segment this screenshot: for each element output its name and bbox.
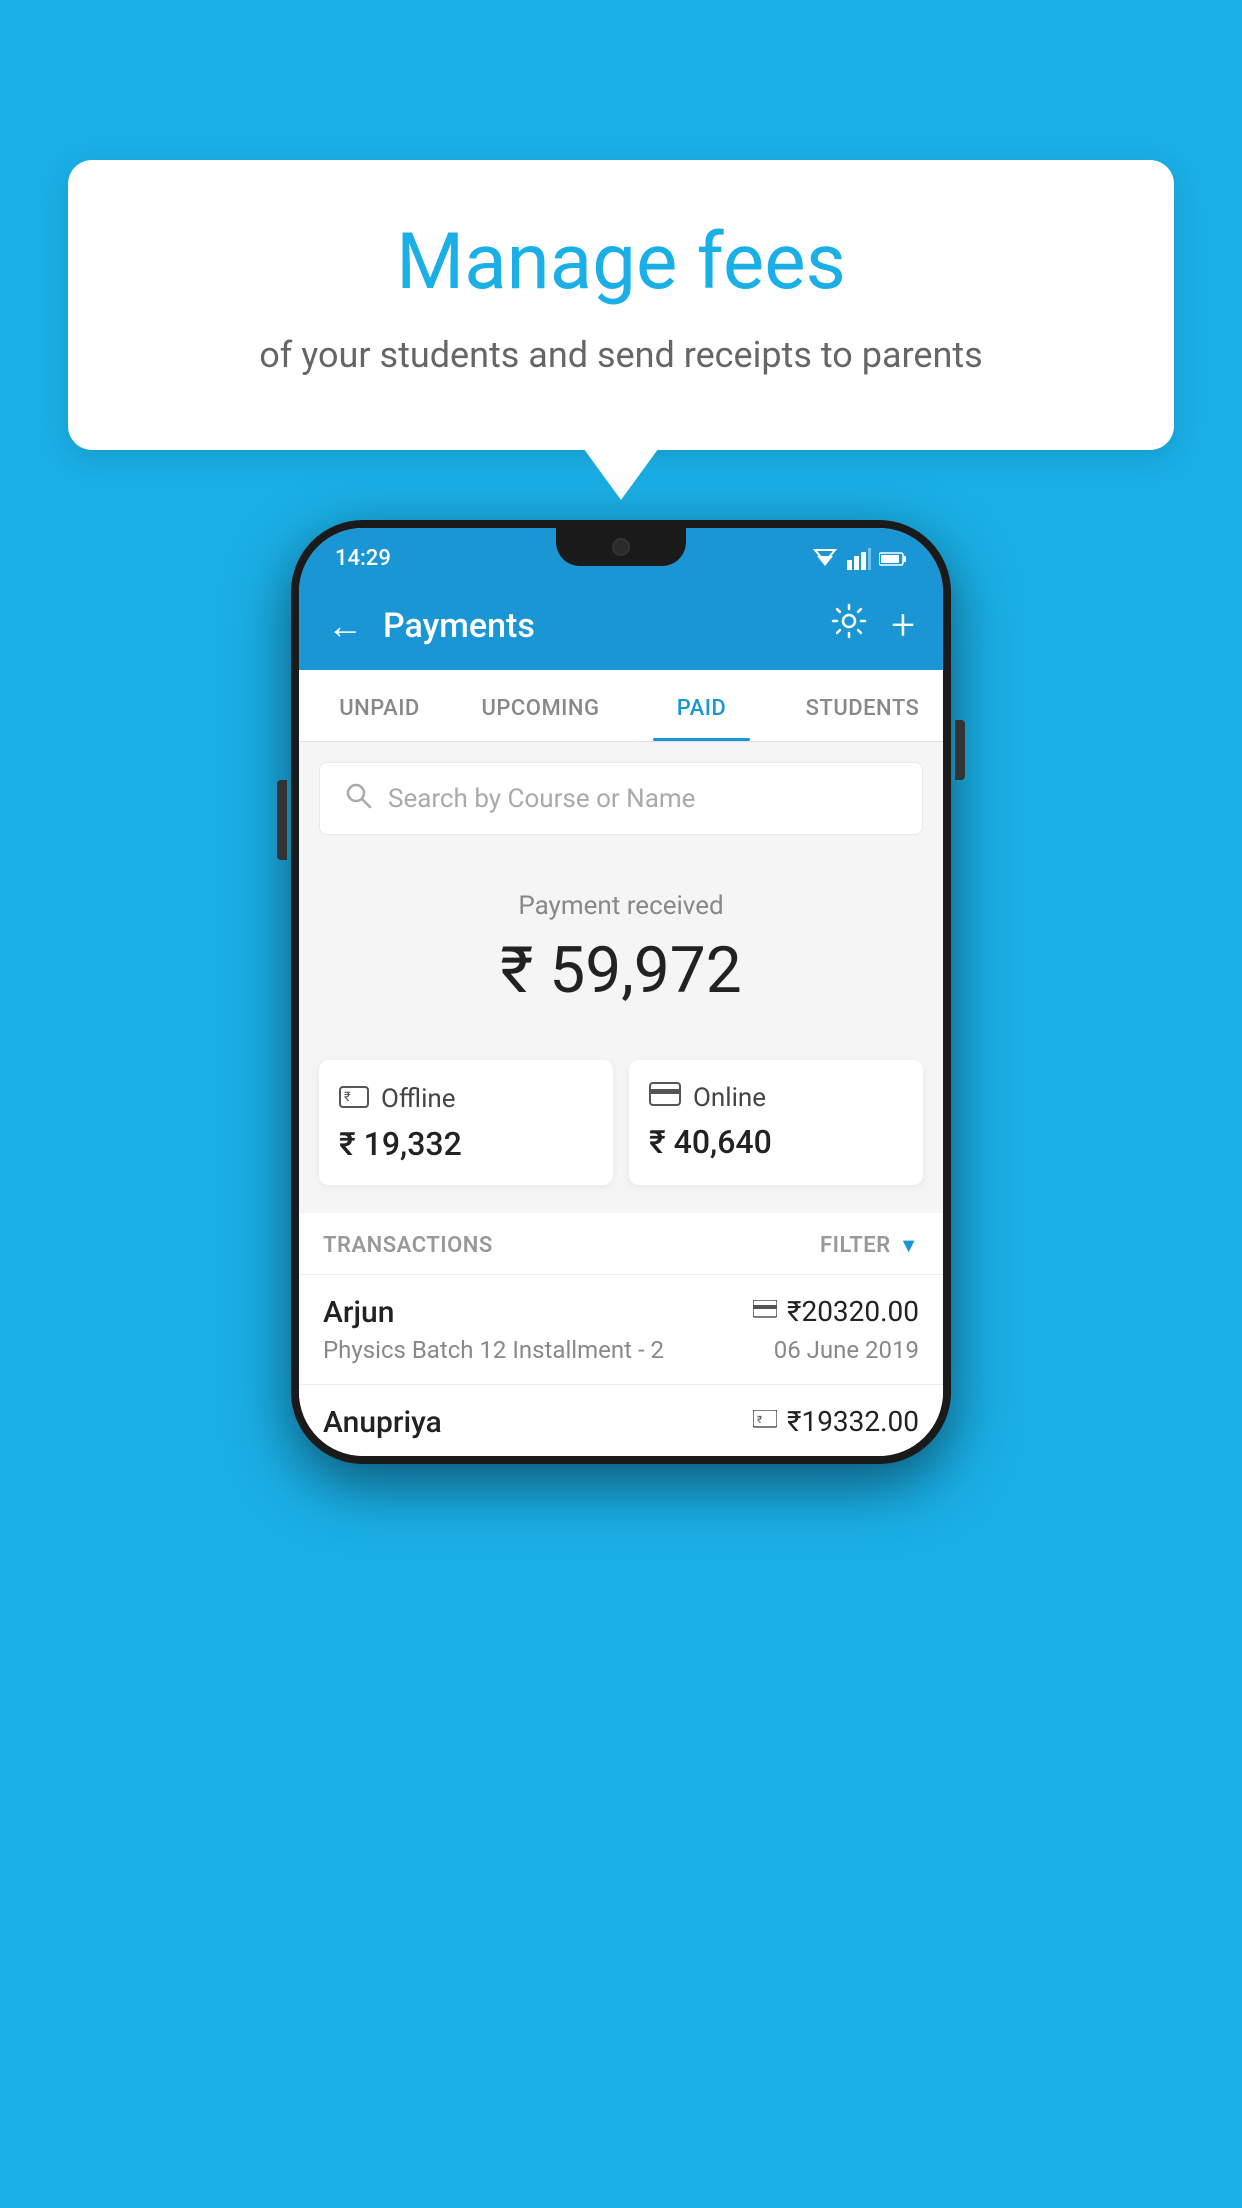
transaction-name: Anupriya bbox=[323, 1405, 442, 1440]
settings-icon[interactable] bbox=[831, 603, 867, 648]
offline-label: Offline bbox=[381, 1084, 456, 1114]
online-amount: ₹ 40,640 bbox=[649, 1123, 903, 1161]
status-time: 14:29 bbox=[335, 546, 391, 571]
filter-triangle-icon: ▼ bbox=[899, 1233, 919, 1258]
payment-received-section: Payment received ₹ 59,972 bbox=[299, 855, 943, 1060]
payment-type-icon: ₹ bbox=[753, 1409, 777, 1434]
tooltip-title: Manage fees bbox=[118, 220, 1124, 306]
wifi-icon bbox=[811, 548, 839, 570]
transaction-amount: ₹19332.00 bbox=[787, 1405, 919, 1438]
search-placeholder: Search by Course or Name bbox=[388, 784, 695, 814]
tab-upcoming[interactable]: UPCOMING bbox=[460, 670, 621, 741]
header-title: Payments bbox=[383, 606, 831, 646]
search-box[interactable]: Search by Course or Name bbox=[319, 762, 923, 835]
offline-icon: ₹ bbox=[339, 1082, 369, 1115]
phone-screen: 14:29 bbox=[299, 528, 943, 1456]
transactions-header: TRANSACTIONS FILTER ▼ bbox=[299, 1213, 943, 1274]
phone-mockup: 14:29 bbox=[291, 520, 951, 1464]
transaction-course: Physics Batch 12 Installment - 2 bbox=[323, 1336, 664, 1364]
search-icon bbox=[344, 781, 372, 816]
notch-camera bbox=[612, 538, 630, 556]
tab-unpaid[interactable]: UNPAID bbox=[299, 670, 460, 741]
search-container: Search by Course or Name bbox=[299, 742, 943, 855]
transaction-name: Arjun bbox=[323, 1295, 394, 1330]
tab-paid[interactable]: PAID bbox=[621, 670, 782, 741]
status-icons bbox=[811, 548, 907, 570]
battery-icon bbox=[879, 551, 907, 567]
tab-students[interactable]: STUDENTS bbox=[782, 670, 943, 741]
online-icon bbox=[649, 1082, 681, 1113]
transaction-amount-wrap: ₹ ₹19332.00 bbox=[753, 1405, 919, 1438]
filter-button[interactable]: FILTER ▼ bbox=[820, 1233, 919, 1258]
signal-icon bbox=[847, 548, 871, 570]
transaction-amount: ₹20320.00 bbox=[787, 1295, 919, 1328]
online-label: Online bbox=[693, 1083, 766, 1113]
transaction-row[interactable]: Arjun ₹20320.00 Physics bbox=[299, 1274, 943, 1384]
svg-text:₹: ₹ bbox=[344, 1090, 351, 1105]
back-button[interactable]: ← bbox=[327, 605, 363, 647]
transaction-date: 06 June 2019 bbox=[774, 1336, 919, 1364]
app-header: ← Payments + bbox=[299, 581, 943, 670]
online-card: Online ₹ 40,640 bbox=[629, 1060, 923, 1185]
transaction-amount-wrap: ₹20320.00 bbox=[753, 1295, 919, 1328]
add-button[interactable]: + bbox=[891, 601, 915, 650]
offline-card: ₹ Offline ₹ 19,332 bbox=[319, 1060, 613, 1185]
phone-body: 14:29 bbox=[291, 520, 951, 1464]
payment-type-icon bbox=[753, 1299, 777, 1324]
tabs-bar: UNPAID UPCOMING PAID STUDENTS bbox=[299, 670, 943, 742]
payment-cards: ₹ Offline ₹ 19,332 bbox=[299, 1060, 943, 1213]
transactions-label: TRANSACTIONS bbox=[323, 1233, 493, 1258]
svg-text:₹: ₹ bbox=[757, 1415, 762, 1426]
offline-amount: ₹ 19,332 bbox=[339, 1125, 593, 1163]
payment-total-amount: ₹ 59,972 bbox=[319, 933, 923, 1008]
tooltip-subtitle: of your students and send receipts to pa… bbox=[118, 330, 1124, 380]
header-icons: + bbox=[831, 601, 915, 650]
tooltip-card: Manage fees of your students and send re… bbox=[68, 160, 1174, 450]
payment-received-label: Payment received bbox=[319, 891, 923, 921]
phone-notch bbox=[556, 528, 686, 566]
transaction-row[interactable]: Anupriya ₹ ₹19332.00 bbox=[299, 1384, 943, 1456]
